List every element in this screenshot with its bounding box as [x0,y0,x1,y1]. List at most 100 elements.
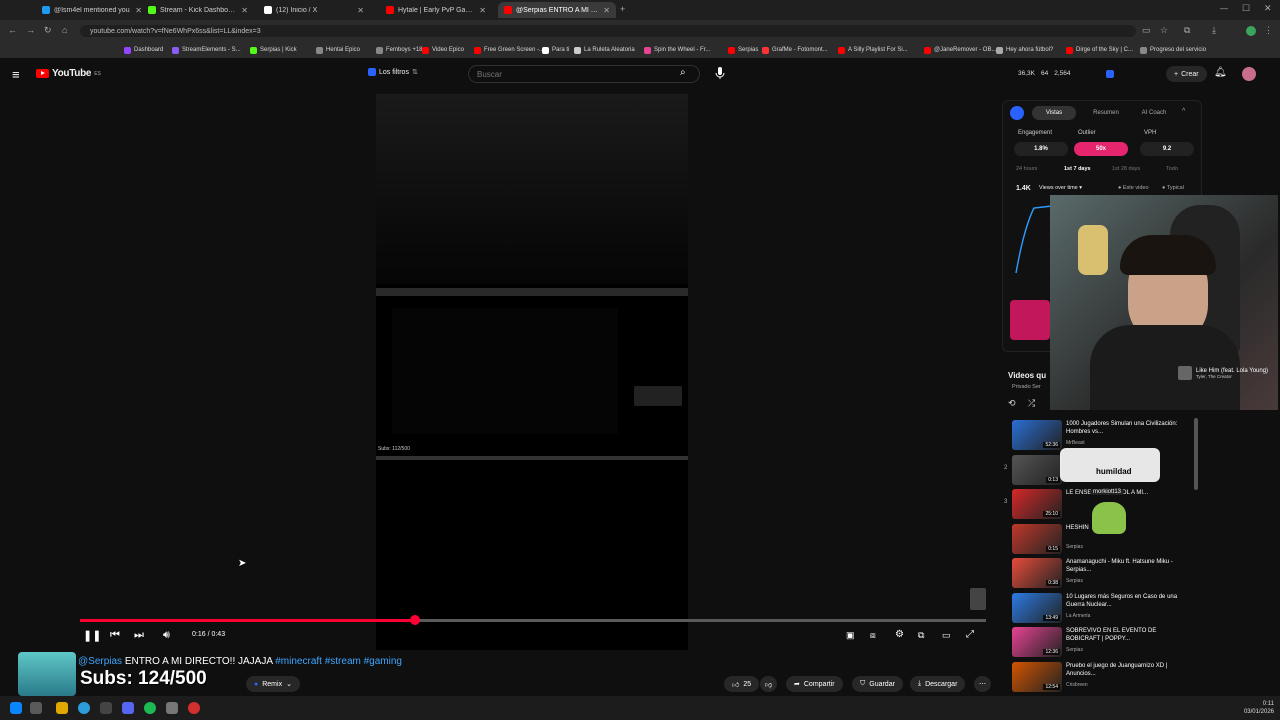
bookmark-item[interactable]: Serpias | Kick [250,44,297,56]
download-icon[interactable]: ⤓ [1212,25,1216,36]
menu-icon[interactable]: ⋮ [1264,25,1273,36]
bookmark-item[interactable]: Serpias [728,44,758,56]
chrome-icon[interactable] [78,702,90,714]
loop-icon[interactable]: ⟲ [1008,398,1016,409]
tab-close-icon[interactable]: ✕ [603,6,610,15]
bookmark-item[interactable]: Free Green Screen -... [474,44,544,56]
bookmark-item[interactable]: StreamElements - S... [172,44,241,56]
filters-button[interactable]: Los filtros ⇅ [368,68,418,76]
miniplayer-icon[interactable]: ⧉ [918,630,924,641]
home-icon[interactable]: ⌂ [62,25,67,35]
volume-icon[interactable]: 🔊︎ [163,629,170,642]
bookmark-item[interactable]: Femboys +18 [376,44,423,56]
browser-tab[interactable]: @Serpias ENTRO A MI DIR... ✕ [498,2,616,18]
search-taskbar-icon[interactable] [30,702,42,714]
start-icon[interactable] [10,702,22,714]
reload-icon[interactable]: ↻ [44,25,52,36]
vidiq-tab[interactable]: Resumen [1084,106,1128,120]
bookmark-item[interactable]: Dirge of the Sky | C... [1066,44,1133,56]
dislike-button[interactable]: 👎︎ [760,676,778,692]
record-icon[interactable] [188,702,200,714]
save-button[interactable]: ⛉ Guardar [852,676,903,692]
app-icon[interactable] [166,702,178,714]
playlist-item[interactable]: 12:36 SOBREVIVO EN EL EVENTO DE BOBICRAFT… [1004,625,1194,659]
back-icon[interactable]: ← [8,25,17,35]
create-button[interactable]: + Crear [1166,66,1207,82]
file-explorer-icon[interactable] [56,702,68,714]
browser-tab[interactable]: (12) Inicio / X ✕ [258,2,370,18]
channel-handle[interactable]: @Serpias [78,656,122,667]
forward-icon[interactable]: → [26,25,35,35]
tab-close-icon[interactable]: ✕ [479,6,486,15]
captions-icon[interactable]: ⧈ [870,630,876,641]
bookmark-item[interactable]: La Ruleta Aleatoria [574,44,635,56]
browser-tab[interactable]: Stream - Kick Dashboard ✕ [142,2,254,18]
pause-icon[interactable]: ❚❚ [83,629,101,642]
bookmark-item[interactable]: Dashboard [124,44,163,56]
vidiq-player-icon[interactable]: ▣ [846,630,855,641]
youtube-logo[interactable]: YouTube ES [36,68,101,79]
search-input[interactable]: Buscar [468,65,700,83]
shuffle-icon[interactable]: ⤮ [1028,398,1035,409]
vidiq-icon[interactable] [1106,70,1114,78]
obs-icon[interactable] [100,702,112,714]
download-button[interactable]: ⤓ Descargar [910,676,966,692]
notifications-bell-icon[interactable]: 🔔︎ [1214,67,1227,78]
previous-icon[interactable]: ⏮︎ [110,629,120,642]
remix-button[interactable]: ● Remix ⌄ [246,676,300,692]
vidiq-tab[interactable]: AI Coach [1132,106,1176,120]
bookmark-item[interactable]: Para ti [542,44,569,56]
channel-overlay-avatar [18,652,76,696]
voice-search-icon[interactable] [714,66,726,80]
playlist-item[interactable]: 0:38 Anamanaguchi - Miku ft. Hatsune Miku… [1004,556,1194,590]
bookmark-item[interactable]: @JaneRemover - OB... [924,44,996,56]
vidiq-tab[interactable]: Vistas [1032,106,1076,120]
vidiq-range-tab[interactable]: 1st 7 days [1064,166,1091,172]
spotify-icon[interactable] [144,702,156,714]
clock[interactable]: 0:11 03/01/2026 [1234,700,1274,716]
new-tab-icon[interactable]: + [620,4,625,14]
bookmark-item[interactable]: Video Epico [422,44,464,56]
share-button[interactable]: ➦ Compartir [786,676,843,692]
cast-icon[interactable]: ▭ [1142,25,1151,36]
bookmark-item[interactable]: Spin the Wheel - Fr... [644,44,710,56]
bookmark-item[interactable]: Hentai Epico [316,44,360,56]
next-icon[interactable]: ⏭︎ [134,629,144,642]
video-hashtags[interactable]: #minecraft #stream #gaming [275,656,402,667]
tab-close-icon[interactable]: ✕ [241,6,248,15]
bookmark-item[interactable]: A Silly Playlist For Si... [838,44,908,56]
video-player[interactable]: Subs: 112/500 [376,94,688,650]
vidiq-range-tab[interactable]: 24 hours [1016,166,1037,172]
bookmark-item[interactable]: Progreso del servicio [1140,44,1206,56]
settings-gear-icon[interactable]: ⚙︎ [895,629,904,640]
profile-avatar[interactable] [1246,26,1256,36]
vidiq-range-tab[interactable]: Todo [1166,166,1178,172]
hamburger-menu-icon[interactable]: ≡ [12,67,20,82]
browser-tab[interactable]: @Ism4el mentioned you ✕ [36,2,148,18]
browser-tab[interactable]: Hytale | Early PvP Gameplay D...✕ [380,2,492,18]
tab-close-icon[interactable]: ✕ [357,6,364,15]
fullscreen-icon[interactable]: ⤢ [966,629,974,640]
bookmark-item[interactable]: Hey ahora fútbol? [996,44,1053,56]
account-avatar[interactable] [1242,67,1256,81]
collapse-chevron-icon[interactable]: ^ [1182,108,1185,115]
more-actions-button[interactable]: ⋯ [974,676,991,692]
search-icon[interactable]: ⌕ [680,67,686,78]
playlist-item[interactable]: 52:36 1000 Jugadores Simulan una Civiliza… [1004,418,1194,452]
bookmark-item[interactable]: GrafMe - Fotomont... [762,44,828,56]
close-window-icon[interactable]: ✕ [1264,3,1272,14]
vidiq-range-tab[interactable]: 1st 28 days [1112,166,1140,172]
star-icon[interactable]: ☆ [1160,25,1168,36]
cast-player-icon[interactable]: ▭ [942,630,951,641]
playlist-scrollbar[interactable] [1194,418,1198,490]
like-button[interactable]: 👍︎ 25 [724,676,760,692]
maximize-icon[interactable]: ☐ [1242,3,1250,14]
minimize-icon[interactable]: — [1220,4,1228,13]
extensions-icon[interactable]: ⧉ [1184,25,1190,36]
playlist-thumbnail: 0:13 [1012,454,1062,485]
tab-close-icon[interactable]: ✕ [135,6,142,15]
playlist-item[interactable]: 12:54 Pruebo el juego de Juanguarnizo XD … [1004,660,1194,694]
playlist-item[interactable]: 13:49 10 Lugares más Seguros en Caso de u… [1004,591,1194,625]
discord-icon[interactable] [122,702,134,714]
views-mode-dropdown[interactable]: Views over time ▾ [1039,185,1082,191]
